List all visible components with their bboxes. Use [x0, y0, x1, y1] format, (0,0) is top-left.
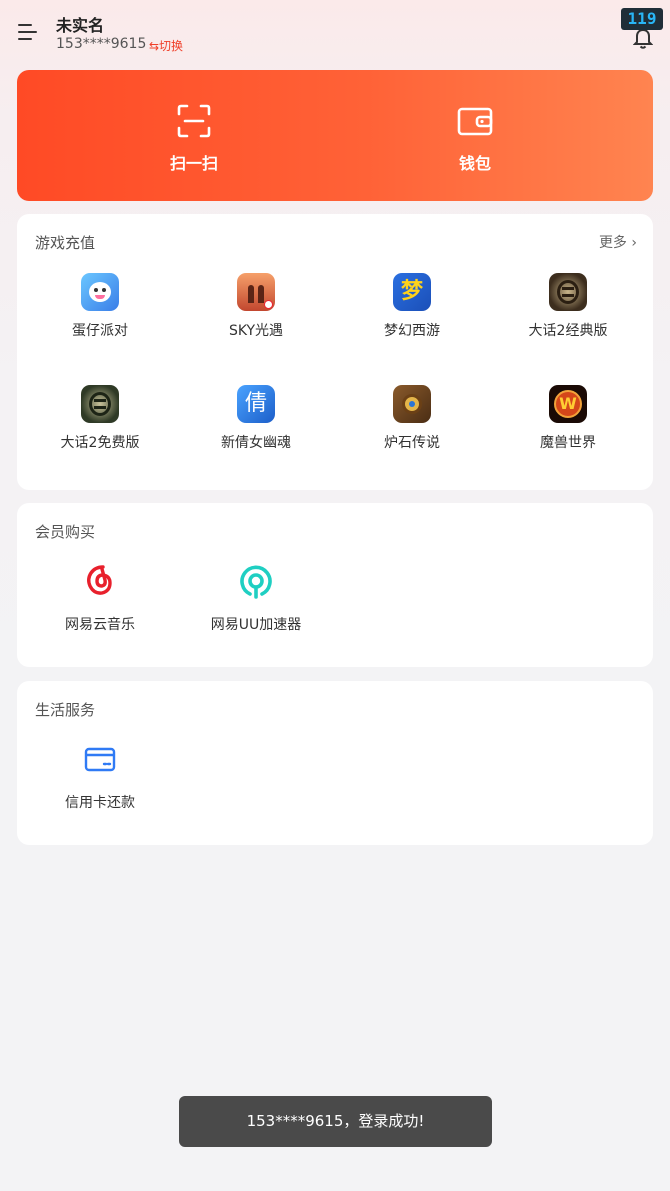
membership-item[interactable]: 网易UU加速器	[178, 561, 334, 634]
life-service-label: 信用卡还款	[65, 795, 135, 811]
netease-music-icon	[87, 565, 112, 595]
game-recharge-card: 游戏充值 更多 › 蛋仔派对 SKY光遇 梦 梦幻西游 大话2经典版 大话2免费…	[17, 214, 653, 490]
hearthstone-icon	[393, 385, 431, 423]
game-item[interactable]: 梦 梦幻西游	[334, 273, 490, 340]
game-label: 大话2经典版	[528, 323, 608, 339]
notification-button[interactable]: 119	[621, 8, 664, 49]
membership-label: 网易云音乐	[65, 617, 135, 633]
sky-icon	[237, 273, 275, 311]
game-item[interactable]: SKY光遇	[178, 273, 334, 340]
membership-title: 会员购买	[35, 523, 96, 541]
life-services-card: 生活服务 信用卡还款	[17, 681, 653, 845]
bell-icon	[633, 28, 653, 49]
menghuan-xiyou-icon: 梦	[393, 273, 431, 311]
game-item[interactable]: 大话2经典版	[490, 273, 646, 340]
game-label: 炉石传说	[384, 435, 440, 451]
game-item[interactable]: W 魔兽世界	[490, 385, 646, 452]
game-label: SKY光遇	[228, 323, 284, 339]
membership-label: 网易UU加速器	[210, 617, 302, 633]
membership-item[interactable]: 网易云音乐	[22, 561, 178, 634]
life-services-title: 生活服务	[35, 701, 96, 719]
scan-button[interactable]: 扫一扫	[154, 104, 234, 174]
chevron-right-icon: ›	[631, 235, 637, 251]
user-phone: 153****9615	[56, 36, 147, 52]
game-label: 大话2免费版	[60, 435, 140, 451]
game-recharge-title: 游戏充值	[35, 234, 96, 252]
more-link[interactable]: 更多 ›	[599, 232, 637, 252]
switch-account-button[interactable]: ⇆切换	[149, 37, 183, 54]
game-label: 梦幻西游	[384, 323, 440, 339]
notification-badge: 119	[621, 8, 663, 30]
menu-icon[interactable]	[18, 24, 40, 42]
uu-accelerator-icon	[240, 565, 272, 599]
world-of-warcraft-icon: W	[549, 385, 587, 423]
game-label: 魔兽世界	[540, 435, 596, 451]
life-service-item[interactable]: 信用卡还款	[22, 739, 178, 812]
game-label: 蛋仔派对	[72, 323, 128, 339]
login-success-toast: 153****9615，登录成功!	[179, 1096, 492, 1147]
app-page: 未实名 153****9615 ⇆切换 119 扫一扫 钱包 游戏充值 更多 ›…	[0, 0, 670, 1191]
game-item[interactable]: 蛋仔派对	[22, 273, 178, 340]
credit-card-icon	[84, 747, 116, 772]
qiannv-youhun-icon: 倩	[237, 385, 275, 423]
wallet-icon	[457, 107, 493, 136]
hero-banner: 扫一扫 钱包	[17, 70, 653, 201]
game-item[interactable]: 大话2免费版	[22, 385, 178, 452]
wallet-label: 钱包	[458, 154, 491, 173]
more-label: 更多	[598, 235, 627, 251]
scan-icon	[177, 104, 211, 138]
dahua2-classic-icon	[549, 273, 587, 311]
scan-label: 扫一扫	[169, 154, 218, 173]
membership-card: 会员购买 网易云音乐 网易UU加速器	[17, 503, 653, 667]
game-item[interactable]: 倩 新倩女幽魂	[178, 385, 334, 452]
dahua2-free-icon	[81, 385, 119, 423]
wallet-button[interactable]: 钱包	[435, 104, 515, 174]
game-item[interactable]: 炉石传说	[334, 385, 490, 452]
eggy-party-icon	[81, 273, 119, 311]
game-label: 新倩女幽魂	[221, 435, 291, 451]
user-name[interactable]: 未实名	[56, 12, 104, 36]
